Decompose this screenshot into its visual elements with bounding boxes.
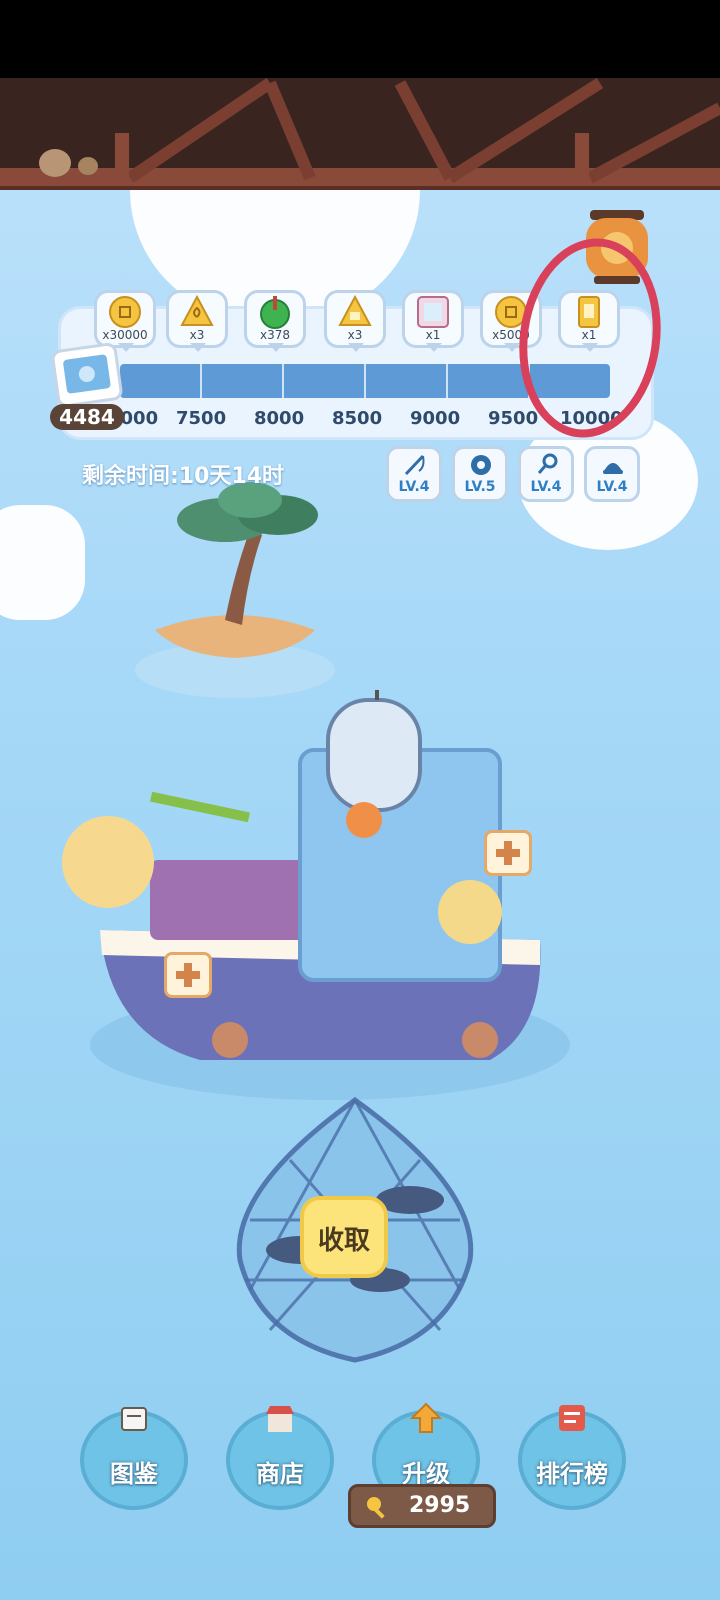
score-badge: 4484 xyxy=(50,404,124,430)
milestone-label: 9000 xyxy=(410,408,461,429)
nav-label: 排行榜 xyxy=(536,1460,608,1488)
level-label: LV.4 xyxy=(530,479,562,495)
nav-collection-button[interactable]: 图鉴 xyxy=(80,1407,188,1510)
collect-button[interactable]: 收取 xyxy=(300,1196,388,1278)
fishing-rod-icon xyxy=(404,454,425,476)
nav-shop-button[interactable]: 商店 xyxy=(226,1406,334,1510)
hat-level-button[interactable]: LV.4 xyxy=(584,446,640,502)
milestone-label: 8000 xyxy=(254,408,305,429)
reward-item[interactable]: x1 xyxy=(402,290,464,356)
level-label: LV.4 xyxy=(596,479,628,495)
score-ticket-icon[interactable] xyxy=(50,341,124,409)
reward-count: x1 xyxy=(425,328,441,342)
bait-icon xyxy=(260,296,290,329)
nav-label: 商店 xyxy=(256,1460,304,1488)
palm-island xyxy=(135,482,335,698)
reel-icon xyxy=(471,455,491,475)
milestone-label: 9500 xyxy=(488,408,539,429)
reward-item[interactable]: x378 xyxy=(244,290,306,356)
coin-icon xyxy=(109,296,141,328)
hat-icon xyxy=(603,463,623,474)
key-coin-icon xyxy=(367,1497,385,1519)
milestone-label: 8500 xyxy=(332,408,383,429)
rod-level-button[interactable]: LV.4 xyxy=(386,446,442,502)
hook-icon xyxy=(537,453,558,474)
currency-display: 2995 xyxy=(348,1484,496,1528)
add-crew-button[interactable] xyxy=(164,952,212,998)
status-bar xyxy=(0,0,720,78)
book-icon xyxy=(121,1407,147,1431)
shop-icon xyxy=(266,1406,294,1432)
level-label: LV.5 xyxy=(464,479,496,495)
reward-item[interactable]: x3 xyxy=(166,290,228,356)
cloud xyxy=(0,505,85,620)
level-label: LV.4 xyxy=(398,479,430,495)
reward-count: x378 xyxy=(259,328,290,342)
reward-count: x3 xyxy=(347,328,363,342)
upgrade-arrow-icon xyxy=(410,1402,442,1433)
milestone-label: 7500 xyxy=(176,408,227,429)
fishing-boat[interactable] xyxy=(40,690,600,1110)
hook-level-button[interactable]: LV.4 xyxy=(518,446,574,502)
currency-value: 2995 xyxy=(409,1493,471,1518)
leaderboard-icon xyxy=(559,1405,585,1431)
reward-count: x30000 xyxy=(102,328,148,342)
roof-beams xyxy=(0,78,720,200)
reward-count: x3 xyxy=(189,328,205,342)
reel-level-button[interactable]: LV.5 xyxy=(452,446,508,502)
nav-leaderboard-button[interactable]: 排行榜 xyxy=(518,1405,626,1510)
plus-icon xyxy=(496,841,520,865)
reward-item[interactable]: x3 xyxy=(324,290,386,356)
frame-icon xyxy=(417,296,449,328)
remaining-time: 剩余时间:10天14时 xyxy=(82,464,285,489)
ticket-triangle-icon xyxy=(338,295,372,326)
add-crew-button[interactable] xyxy=(484,830,532,876)
nav-label: 图鉴 xyxy=(110,1460,158,1488)
plus-icon xyxy=(176,963,200,987)
shell-icon xyxy=(180,295,214,326)
